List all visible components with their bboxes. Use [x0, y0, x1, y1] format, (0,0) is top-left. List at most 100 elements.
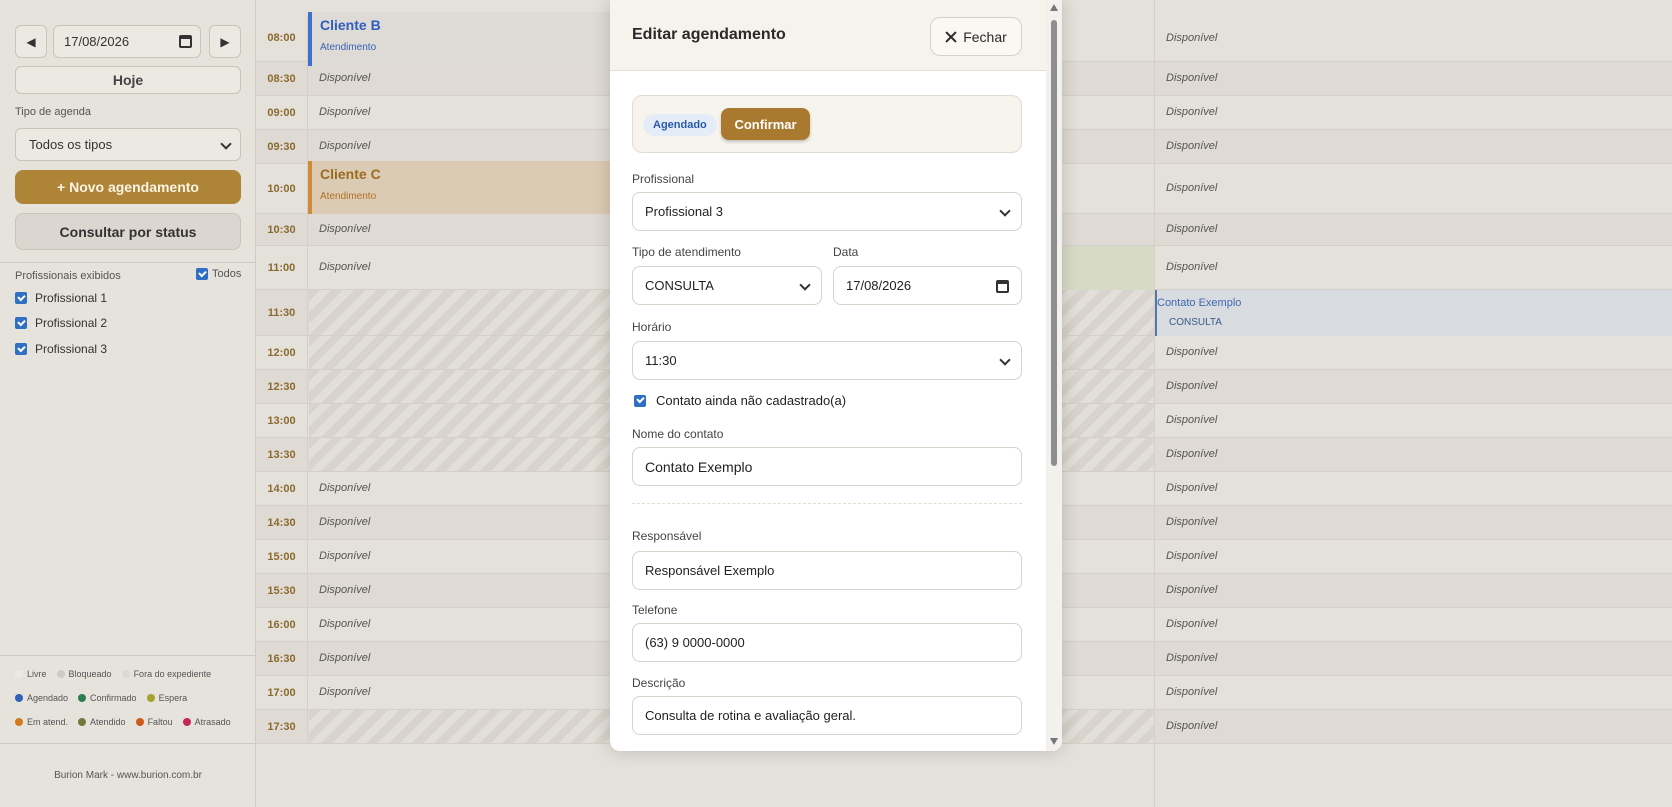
time-label: 12:00 — [256, 336, 308, 369]
available-slot[interactable]: Disponível — [1166, 182, 1217, 194]
available-slot[interactable]: Disponível — [1166, 584, 1217, 596]
descricao-value: Consulta de rotina e avaliação geral. — [645, 708, 857, 723]
available-slot[interactable]: Disponível — [319, 140, 370, 152]
available-slot[interactable]: Disponível — [1166, 448, 1217, 460]
available-slot[interactable]: Disponível — [319, 550, 370, 562]
available-slot[interactable]: Disponível — [1166, 720, 1217, 732]
next-day-button[interactable]: ▶ — [209, 25, 241, 58]
available-slot[interactable]: Disponível — [1166, 261, 1217, 273]
legend-row: Agendado Confirmado Espera — [15, 693, 187, 703]
descricao-input[interactable]: Consulta de rotina e avaliação geral. — [632, 696, 1022, 735]
profissional-select[interactable]: Profissional 3 — [632, 192, 1022, 231]
available-slot[interactable]: Disponível — [1166, 482, 1217, 494]
available-slot[interactable]: Disponível — [319, 223, 370, 235]
available-slot[interactable]: Disponível — [1166, 652, 1217, 664]
prev-day-button[interactable]: ◀ — [15, 25, 47, 58]
available-slot[interactable]: Disponível — [319, 584, 370, 596]
nome-contato-input[interactable]: Contato Exemplo — [632, 447, 1022, 486]
available-slot[interactable]: Disponível — [1166, 550, 1217, 562]
appointment-contato-exemplo[interactable]: Contato Exemplo CONSULTA — [1155, 290, 1672, 336]
horario-value: 11:30 — [645, 353, 677, 368]
tipo-atendimento-select[interactable]: CONSULTA — [632, 266, 822, 305]
occupied-cell[interactable] — [1046, 246, 1154, 290]
new-appointment-button[interactable]: + Novo agendamento — [15, 170, 241, 204]
scroll-thumb[interactable] — [1051, 20, 1057, 466]
appointment-cliente-c[interactable]: Cliente C Atendimento — [308, 161, 626, 214]
legend-item: Espera — [146, 693, 187, 703]
available-slot[interactable]: Disponível — [1166, 414, 1217, 426]
confirm-button[interactable]: Confirmar — [721, 108, 810, 140]
available-slot[interactable]: Disponível — [319, 686, 370, 698]
data-input[interactable]: 17/08/2026 — [833, 266, 1022, 305]
profissional-checkbox[interactable] — [15, 292, 27, 304]
time-label: 10:00 — [256, 164, 308, 213]
legend-dot — [15, 694, 23, 702]
horario-select[interactable]: 11:30 — [632, 341, 1022, 380]
available-slot[interactable]: Disponível — [319, 482, 370, 494]
available-slot[interactable]: Disponível — [1166, 32, 1217, 44]
legend-item: Confirmado — [78, 693, 137, 703]
legend-item: Fora do expediente — [121, 669, 211, 679]
available-slot[interactable]: Disponível — [1166, 686, 1217, 698]
profissional-item[interactable]: Profissional 1 — [15, 290, 107, 306]
legend-row: Livre Bloqueado Fora do expediente — [15, 669, 211, 679]
time-label: 11:00 — [256, 246, 308, 289]
status-badge: Agendado — [643, 114, 717, 136]
responsavel-value: Responsável Exemplo — [645, 563, 775, 578]
calendar-icon[interactable] — [996, 280, 1009, 293]
profissional-item[interactable]: Profissional 3 — [15, 341, 107, 357]
todos-toggle[interactable]: Todos — [196, 268, 241, 280]
profissional-checkbox[interactable] — [15, 343, 27, 355]
todos-checkbox[interactable] — [196, 268, 208, 280]
chevron-down-icon — [799, 279, 811, 291]
profissional-item[interactable]: Profissional 2 — [15, 315, 107, 331]
legend-dot — [56, 670, 65, 678]
status-query-button[interactable]: Consultar por status — [15, 213, 241, 250]
contato-nao-cadastrado-checkbox[interactable] — [634, 394, 646, 407]
scroll-down-icon[interactable] — [1050, 738, 1058, 745]
scroll-up-icon[interactable] — [1050, 4, 1058, 11]
telefone-input[interactable]: (63) 9 0000-0000 — [632, 623, 1022, 662]
date-input[interactable]: 17/08/2026 — [53, 25, 201, 58]
available-slot[interactable]: Disponível — [319, 261, 370, 273]
time-label: 10:30 — [256, 214, 308, 245]
profissional-checkbox[interactable] — [15, 317, 27, 329]
available-slot[interactable]: Disponível — [1166, 380, 1217, 392]
available-slot[interactable]: Disponível — [1166, 346, 1217, 358]
profissional-label: Profissional 2 — [35, 316, 108, 330]
status-panel: Agendado Confirmar — [632, 95, 1022, 153]
legend-divider — [0, 655, 256, 656]
tipo-agenda-value: Todos os tipos — [29, 137, 113, 152]
available-slot[interactable]: Disponível — [1166, 223, 1217, 235]
available-slot[interactable]: Disponível — [1166, 106, 1217, 118]
responsavel-input[interactable]: Responsável Exemplo — [632, 551, 1022, 590]
available-slot[interactable]: Disponível — [1166, 140, 1217, 152]
today-button[interactable]: Hoje — [15, 66, 241, 94]
legend-item: Faltou — [135, 717, 173, 727]
close-button[interactable]: Fechar — [930, 17, 1022, 56]
close-label: Fechar — [963, 28, 1007, 45]
available-slot[interactable]: Disponível — [319, 652, 370, 664]
available-slot[interactable]: Disponível — [319, 618, 370, 630]
telefone-label: Telefone — [632, 603, 678, 617]
contato-nao-cadastrado-row[interactable]: Contato ainda não cadastrado(a) — [634, 393, 846, 408]
time-label: 17:00 — [256, 676, 308, 709]
tipo-agenda-select[interactable]: Todos os tipos — [15, 128, 241, 161]
available-slot[interactable]: Disponível — [319, 72, 370, 84]
descricao-label: Descrição — [632, 676, 686, 690]
calendar-icon[interactable] — [179, 35, 192, 48]
available-slot[interactable]: Disponível — [1166, 516, 1217, 528]
available-slot[interactable]: Disponível — [1166, 618, 1217, 630]
modal-scrollbar[interactable] — [1046, 0, 1062, 751]
available-slot[interactable]: Disponível — [319, 106, 370, 118]
appointment-cliente-b[interactable]: Cliente B Atendimento — [308, 12, 626, 66]
time-label: 11:30 — [256, 290, 308, 335]
chevron-down-icon — [999, 205, 1011, 217]
close-icon — [945, 31, 957, 43]
profissional-value: Profissional 3 — [645, 204, 724, 219]
available-slot[interactable]: Disponível — [319, 516, 370, 528]
legend-dot — [135, 718, 144, 726]
time-label: 12:30 — [256, 370, 308, 403]
available-slot[interactable]: Disponível — [1166, 72, 1217, 84]
legend-row: Em atend. Atendido Faltou Atrasado — [15, 717, 231, 727]
